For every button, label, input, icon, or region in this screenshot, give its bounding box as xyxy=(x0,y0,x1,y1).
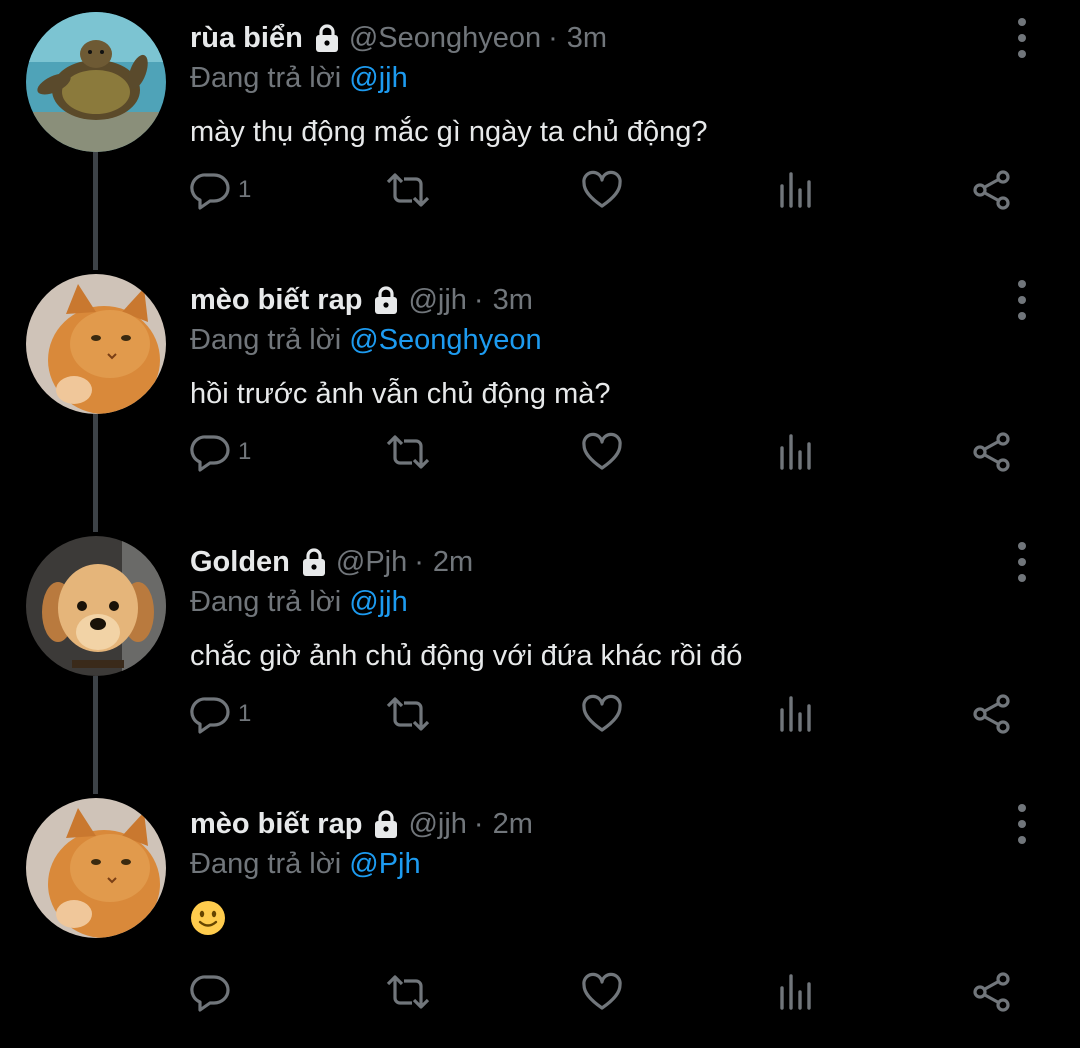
retweet-icon xyxy=(384,694,432,734)
display-name[interactable]: mèo biết rap xyxy=(190,808,362,841)
tweet[interactable]: mèo biết rap @jjh · 2m Đang trả lời @Pjh xyxy=(0,786,1080,1048)
retweet-button[interactable] xyxy=(384,970,432,1014)
reply-mention-link[interactable]: @jjh xyxy=(349,62,407,94)
views-button[interactable] xyxy=(778,168,816,212)
like-button[interactable] xyxy=(581,430,623,474)
replying-to: Đang trả lời @jjh xyxy=(190,62,408,95)
heart-icon xyxy=(581,170,623,210)
lock-icon xyxy=(372,285,400,315)
share-button[interactable] xyxy=(971,692,1013,736)
orange-cat-avatar[interactable] xyxy=(26,798,166,938)
reply-mention-link[interactable]: @jjh xyxy=(349,586,407,618)
analytics-icon xyxy=(778,694,816,734)
more-vertical-icon[interactable] xyxy=(1010,280,1034,320)
reply-prefix: Đang trả lời xyxy=(190,586,342,618)
lock-icon xyxy=(372,809,400,839)
retweet-button[interactable] xyxy=(384,168,432,212)
share-icon xyxy=(971,169,1013,211)
reply-count: 1 xyxy=(238,700,252,727)
user-handle[interactable]: @Seonghyeon xyxy=(349,22,541,55)
replying-to: Đang trả lời @Seonghyeon xyxy=(190,324,542,357)
share-icon xyxy=(971,431,1013,473)
share-icon xyxy=(971,971,1013,1013)
views-button[interactable] xyxy=(778,692,816,736)
replying-to: Đang trả lời @Pjh xyxy=(190,848,421,881)
like-button[interactable] xyxy=(581,692,623,736)
separator: · xyxy=(473,283,484,316)
reply-icon xyxy=(190,432,230,472)
more-vertical-icon[interactable] xyxy=(1010,804,1034,844)
timestamp[interactable]: 2m xyxy=(433,546,473,579)
share-icon xyxy=(971,693,1013,735)
reply-button[interactable] xyxy=(190,970,238,1014)
tweet-actions: 1 xyxy=(0,430,1080,474)
separator: · xyxy=(548,21,558,54)
reply-button[interactable]: 1 xyxy=(190,168,251,212)
user-handle[interactable]: @jjh xyxy=(408,284,466,317)
heart-icon xyxy=(581,694,623,734)
slightly-smiling-face-icon xyxy=(190,900,226,936)
reply-mention-link[interactable]: @Pjh xyxy=(349,848,420,880)
heart-icon xyxy=(581,972,623,1012)
reply-button[interactable]: 1 xyxy=(190,692,251,736)
reply-icon xyxy=(190,972,230,1012)
tweet-actions: 1 xyxy=(0,692,1080,736)
display-name[interactable]: mèo biết rap xyxy=(190,284,362,317)
separator: · xyxy=(473,807,484,840)
like-button[interactable] xyxy=(581,168,623,212)
timestamp[interactable]: 3m xyxy=(493,284,533,317)
more-vertical-icon[interactable] xyxy=(1010,18,1034,58)
lock-icon xyxy=(300,547,328,577)
user-handle[interactable]: @jjh xyxy=(408,808,466,841)
analytics-icon xyxy=(778,432,816,472)
tweet[interactable]: rùa biển @Seonghyeon · 3m Đang trả lời @… xyxy=(0,0,1080,262)
reply-count: 1 xyxy=(238,438,252,465)
reply-count: 1 xyxy=(238,176,252,203)
like-button[interactable] xyxy=(581,970,623,1014)
retweet-icon xyxy=(384,972,432,1012)
reply-icon xyxy=(190,694,230,734)
sea-turtle-avatar[interactable] xyxy=(26,12,166,152)
more-vertical-icon[interactable] xyxy=(1010,542,1034,582)
display-name[interactable]: rùa biển xyxy=(190,22,303,55)
views-button[interactable] xyxy=(778,970,816,1014)
views-button[interactable] xyxy=(778,430,816,474)
tweet[interactable]: Golden @Pjh · 2m Đang trả lời @jjh chắc … xyxy=(0,524,1080,786)
user-handle[interactable]: @Pjh xyxy=(336,546,407,579)
timestamp[interactable]: 2m xyxy=(493,808,533,841)
analytics-icon xyxy=(778,972,816,1012)
replying-to: Đang trả lời @jjh xyxy=(190,586,408,619)
separator: · xyxy=(414,545,424,578)
reply-mention-link[interactable]: @Seonghyeon xyxy=(349,324,541,356)
reply-prefix: Đang trả lời xyxy=(190,324,342,356)
tweet-text: hồi trước ảnh vẫn chủ động mà? xyxy=(190,378,611,410)
tweet-text xyxy=(190,900,226,944)
retweet-button[interactable] xyxy=(384,430,432,474)
lock-icon xyxy=(313,23,341,53)
reply-button[interactable]: 1 xyxy=(190,430,251,474)
tweet[interactable]: mèo biết rap @jjh · 3m Đang trả lời @Seo… xyxy=(0,262,1080,524)
share-button[interactable] xyxy=(971,430,1013,474)
retweet-icon xyxy=(384,432,432,472)
timestamp[interactable]: 3m xyxy=(567,22,607,55)
tweet-text: mày thụ động mắc gì ngày ta chủ động? xyxy=(190,116,708,148)
retweet-button[interactable] xyxy=(384,692,432,736)
tweet-actions: 1 xyxy=(0,168,1080,212)
tweet-text: chắc giờ ảnh chủ động với đứa khác rồi đ… xyxy=(190,640,743,672)
reply-prefix: Đang trả lời xyxy=(190,848,342,880)
retweet-icon xyxy=(384,170,432,210)
golden-puppy-avatar[interactable] xyxy=(26,536,166,676)
analytics-icon xyxy=(778,170,816,210)
reply-icon xyxy=(190,170,230,210)
share-button[interactable] xyxy=(971,970,1013,1014)
share-button[interactable] xyxy=(971,168,1013,212)
tweet-actions xyxy=(0,970,1080,1014)
orange-cat-avatar[interactable] xyxy=(26,274,166,414)
heart-icon xyxy=(581,432,623,472)
reply-prefix: Đang trả lời xyxy=(190,62,342,94)
display-name[interactable]: Golden xyxy=(190,546,290,579)
